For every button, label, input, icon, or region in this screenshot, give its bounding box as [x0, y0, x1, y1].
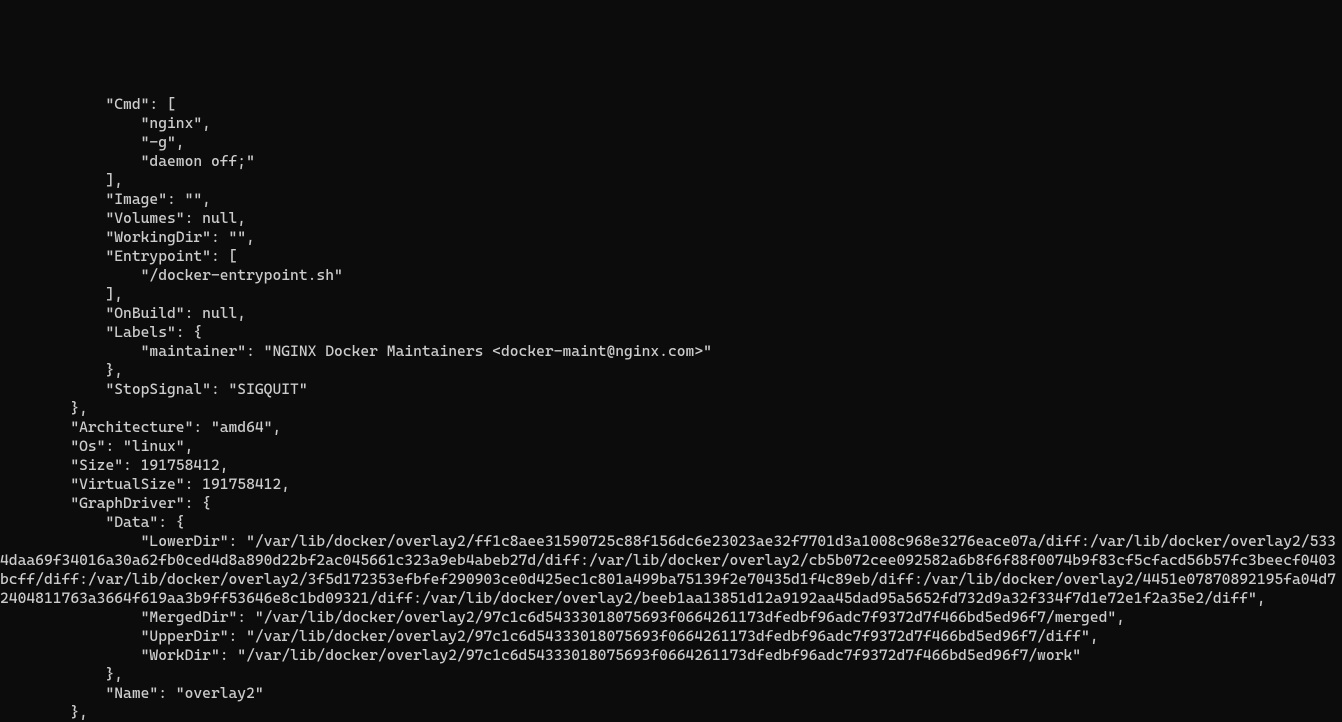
- terminal-line: "nginx",: [0, 114, 1342, 133]
- terminal-line: "GraphDriver": {: [0, 494, 1342, 513]
- terminal-line: "UpperDir": "/var/lib/docker/overlay2/97…: [0, 627, 1342, 646]
- terminal-line: "Name": "overlay2": [0, 684, 1342, 703]
- terminal-line: "StopSignal": "SIGQUIT": [0, 380, 1342, 399]
- terminal-line: },: [0, 665, 1342, 684]
- terminal-line: },: [0, 703, 1342, 722]
- terminal-line: "WorkingDir": "",: [0, 228, 1342, 247]
- terminal-line: "Entrypoint": [: [0, 247, 1342, 266]
- terminal-line: "Size": 191758412,: [0, 456, 1342, 475]
- terminal-line: },: [0, 399, 1342, 418]
- terminal-line: "Volumes": null,: [0, 209, 1342, 228]
- terminal-line: "daemon off;": [0, 152, 1342, 171]
- terminal-line: "Image": "",: [0, 190, 1342, 209]
- terminal-line: "LowerDir": "/var/lib/docker/overlay2/ff…: [0, 532, 1342, 608]
- terminal-line: "Labels": {: [0, 323, 1342, 342]
- terminal-output[interactable]: "Cmd": [ "nginx", "-g", "daemon off;" ],…: [0, 95, 1342, 722]
- terminal-line: },: [0, 361, 1342, 380]
- terminal-line: "MergedDir": "/var/lib/docker/overlay2/9…: [0, 608, 1342, 627]
- terminal-line: "/docker-entrypoint.sh": [0, 266, 1342, 285]
- terminal-line: "Os": "linux",: [0, 437, 1342, 456]
- terminal-line: "OnBuild": null,: [0, 304, 1342, 323]
- terminal-line: "Data": {: [0, 513, 1342, 532]
- terminal-line: "Architecture": "amd64",: [0, 418, 1342, 437]
- terminal-line: "WorkDir": "/var/lib/docker/overlay2/97c…: [0, 646, 1342, 665]
- terminal-line: "maintainer": "NGINX Docker Maintainers …: [0, 342, 1342, 361]
- terminal-line: "-g",: [0, 133, 1342, 152]
- terminal-line: "Cmd": [: [0, 95, 1342, 114]
- terminal-line: ],: [0, 285, 1342, 304]
- terminal-line: "VirtualSize": 191758412,: [0, 475, 1342, 494]
- terminal-line: ],: [0, 171, 1342, 190]
